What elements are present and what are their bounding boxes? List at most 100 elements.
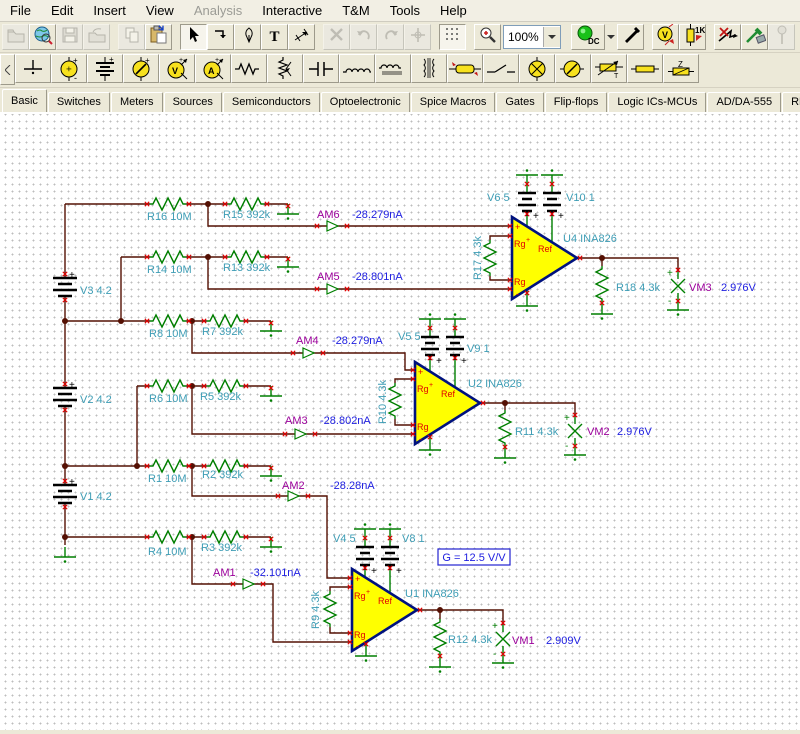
palette-lamp[interactable] (519, 54, 555, 83)
label-r11[interactable]: R11 4.3k (515, 426, 559, 438)
palette-impedance[interactable]: Z (663, 54, 699, 83)
label-r8[interactable]: R8 10M (149, 328, 188, 340)
schematic-canvas[interactable]: + Rg + Rg - Ref + Rg + Rg - Ref + Rg + R… (0, 114, 800, 730)
menu-tools[interactable]: Tools (380, 1, 430, 20)
label-am5[interactable]: AM5 (317, 271, 340, 283)
tab-ad-da-555[interactable]: AD/DA-555 (707, 92, 782, 112)
palette-voltage-source[interactable]: + - (51, 54, 87, 83)
label-r4[interactable]: R4 10M (148, 546, 187, 558)
tab-meters[interactable]: Meters (110, 92, 163, 112)
zoom-in-button[interactable] (474, 24, 501, 50)
label-r6[interactable]: R6 10M (149, 393, 188, 405)
label-u1[interactable]: U1 INA826 (405, 588, 459, 600)
palette-battery[interactable]: + (87, 54, 123, 83)
tab-flip-flops[interactable]: Flip-flops (544, 92, 608, 112)
label-r12[interactable]: R12 4.3k (448, 634, 493, 646)
label-v6[interactable]: V6 5 (487, 192, 510, 204)
palette-fuse[interactable] (627, 54, 663, 83)
menu-view[interactable]: View (136, 1, 184, 20)
text-tool-button[interactable]: T (261, 24, 288, 50)
palette-motor[interactable] (555, 54, 591, 83)
label-v8[interactable]: V8 1 (402, 533, 425, 545)
dc-interactive-button[interactable]: DC (571, 24, 605, 50)
label-am3[interactable]: AM3 (285, 415, 308, 427)
menu-interactive[interactable]: Interactive (252, 1, 332, 20)
label-v10[interactable]: V10 1 (566, 192, 595, 204)
voltmeter-tool-button[interactable]: V (652, 23, 679, 50)
palette-ground[interactable] (15, 54, 51, 83)
palette-resistor[interactable] (231, 54, 267, 83)
palette-potentiometer[interactable] (267, 54, 303, 83)
label-v4[interactable]: V4 5 (333, 533, 356, 545)
label-r2[interactable]: R2 392k (202, 469, 243, 481)
menu-file[interactable]: File (0, 1, 41, 20)
gain-note-box[interactable]: G = 12.5 V/V (437, 548, 511, 566)
label-vm1[interactable]: VM1 (512, 635, 535, 647)
tab-semiconductors[interactable]: Semiconductors (222, 92, 320, 112)
voltmeter-symbols[interactable]: + - + - + - (492, 268, 686, 660)
opamp-u4[interactable]: + Rg + Rg - Ref (510, 214, 580, 302)
label-am4[interactable]: AM4 (296, 335, 319, 347)
tab-optoelectronic[interactable]: Optoelectronic (320, 92, 410, 112)
label-r3[interactable]: R3 392k (201, 542, 242, 554)
label-v9[interactable]: V9 1 (467, 343, 490, 355)
label-vm2[interactable]: VM2 (587, 426, 610, 438)
opamp-u1[interactable]: + Rg + Rg - Ref (350, 566, 420, 654)
tab-basic[interactable]: Basic (2, 89, 47, 112)
tab-logic-ics-mcus[interactable]: Logic ICs-MCUs (608, 92, 707, 112)
menu-help[interactable]: Help (430, 1, 477, 20)
batteries[interactable] (51, 191, 563, 594)
label-r13[interactable]: R13 392k (223, 262, 271, 274)
label-r10[interactable]: R10 4.3k (377, 379, 389, 424)
signal-off-button[interactable] (714, 24, 741, 50)
label-r5[interactable]: R5 392k (200, 391, 241, 403)
pencil-tool-button[interactable] (234, 24, 261, 50)
palette-inductor[interactable] (339, 54, 375, 83)
palette-voltmeter[interactable]: V + (159, 54, 195, 83)
zoom-level-combo[interactable]: 100% (503, 25, 561, 49)
probe-tool-button[interactable] (617, 24, 644, 50)
tab-gates[interactable]: Gates (496, 92, 544, 112)
label-r17[interactable]: R17 4.3k (472, 235, 484, 280)
label-u2[interactable]: U2 INA826 (468, 378, 522, 390)
label-r14[interactable]: R14 10M (147, 264, 192, 276)
label-v2[interactable]: V2 4.2 (80, 394, 112, 406)
tab-spice-macros[interactable]: Spice Macros (410, 92, 496, 112)
label-r15[interactable]: R15 392k (223, 209, 271, 221)
palette-relay[interactable] (447, 54, 483, 83)
palette-current-source[interactable]: + (123, 54, 159, 83)
palette-ammeter[interactable]: A + (195, 54, 231, 83)
dimension-tool-button[interactable] (288, 24, 315, 50)
palette-switch[interactable] (483, 54, 519, 83)
tab-rf[interactable]: RF (782, 92, 800, 112)
palette-thermistor[interactable]: T (591, 54, 627, 83)
label-am2[interactable]: AM2 (282, 480, 305, 492)
palette-capacitor[interactable] (303, 54, 339, 83)
menu-edit[interactable]: Edit (41, 1, 83, 20)
label-v3[interactable]: V3 4.2 (80, 285, 112, 297)
label-r7[interactable]: R7 392k (202, 326, 243, 338)
paste-button[interactable] (145, 24, 172, 50)
label-u4[interactable]: U4 INA826 (563, 233, 617, 245)
dc-dropdown-button[interactable] (605, 24, 617, 50)
menu-tm[interactable]: T&M (332, 1, 379, 20)
label-v5[interactable]: V5 5 (398, 331, 421, 343)
label-r18[interactable]: R18 4.3k (616, 282, 661, 294)
label-v1[interactable]: V1 4.2 (80, 491, 112, 503)
grid-toggle-button[interactable] (439, 24, 466, 50)
palette-transformer[interactable] (411, 54, 447, 83)
open-web-button[interactable] (29, 24, 56, 50)
resistance-tool-button[interactable]: 1K (679, 23, 706, 50)
select-cursor-button[interactable] (180, 24, 207, 50)
wire-tool-button[interactable] (207, 24, 234, 50)
label-r16[interactable]: R16 10M (147, 211, 192, 223)
palette-coupled-inductor[interactable] (375, 54, 411, 83)
label-r1[interactable]: R1 10M (148, 473, 187, 485)
tab-switches[interactable]: Switches (47, 92, 110, 112)
palette-scroll-left-button[interactable] (0, 54, 15, 85)
menu-insert[interactable]: Insert (83, 1, 136, 20)
label-r9[interactable]: R9 4.3k (310, 591, 322, 629)
test-probe-button[interactable] (741, 24, 768, 50)
label-am6[interactable]: AM6 (317, 209, 340, 221)
tab-sources[interactable]: Sources (163, 92, 222, 112)
